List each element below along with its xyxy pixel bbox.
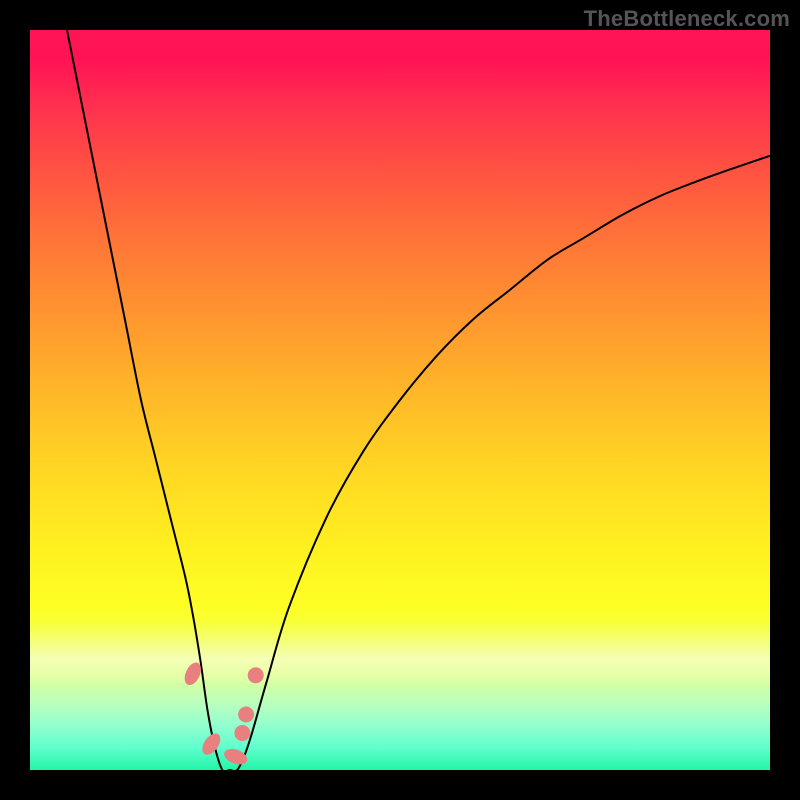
watermark-label: TheBottleneck.com xyxy=(584,6,790,32)
data-marker xyxy=(248,667,264,683)
plot-area xyxy=(30,30,770,770)
chart-frame: TheBottleneck.com xyxy=(0,0,800,800)
data-marker xyxy=(238,707,254,723)
bottleneck-curve xyxy=(67,30,770,770)
curve-layer xyxy=(30,30,770,770)
data-marker xyxy=(222,746,249,767)
data-marker xyxy=(234,725,250,741)
markers-group xyxy=(181,660,263,767)
